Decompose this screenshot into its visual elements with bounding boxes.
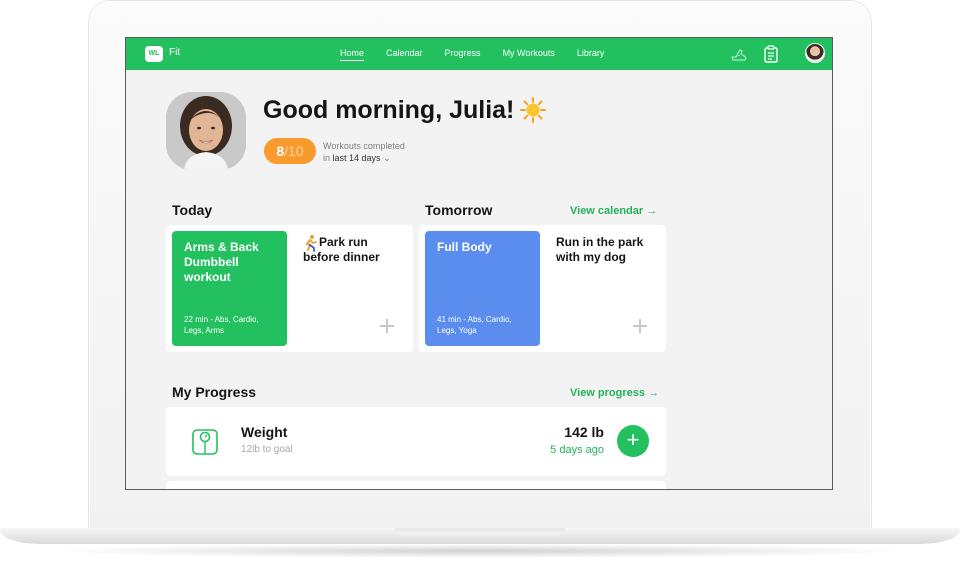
today-note: Park run before dinner [303,235,380,264]
workouts-total-count: /10 [284,143,304,159]
view-progress-label: View progress [570,387,645,399]
tomorrow-workout-meta: 41 min - Abs, Cardio, Legs, Yoga [437,315,512,335]
nav-link-progress[interactable]: Progress [445,48,481,61]
today-heading: Today [172,202,213,218]
weight-label: Weight [241,424,288,440]
view-progress-link[interactable]: View progress → [570,387,659,399]
avatar[interactable] [805,43,825,63]
nav-link-my-workouts[interactable]: My Workouts [503,48,555,61]
view-calendar-link[interactable]: View calendar → [570,205,657,217]
workouts-completed-label: Workouts completed [323,141,405,151]
nav-link-home[interactable]: Home [340,48,365,61]
tomorrow-note: Run in the park with my dog [556,235,644,264]
arrow-right-icon: → [646,205,658,217]
app-logo[interactable]: WL [145,46,163,62]
weight-card[interactable]: Weight 12lb to goal 142 lb 5 days ago + [166,407,666,476]
laptop-shadow [40,544,920,558]
tomorrow-workout-tile[interactable]: Full Body 41 min - Abs, Cardio, Legs, Yo… [425,231,540,346]
app-name: Fit [169,47,181,58]
add-note-today-button[interactable] [379,318,395,339]
today-workout-meta: 22 min - Abs, Cardio, Legs, Arms [184,315,259,335]
my-progress-heading: My Progress [172,384,257,400]
weight-goal: 12lb to goal [241,444,293,455]
workouts-count-badge: 8/10 [264,138,316,164]
tomorrow-workout-title: Full Body [437,240,492,254]
add-note-tomorrow-button[interactable] [632,318,648,339]
top-navbar: WL Fit Home Calendar Progress My Workout… [126,38,832,70]
sneaker-icon[interactable] [730,45,748,68]
weight-updated: 5 days ago [550,444,604,456]
period-value: last 14 days [332,153,381,163]
weight-value: 142 lb [564,424,604,440]
next-progress-card [166,481,666,489]
view-calendar-label: View calendar [570,205,644,217]
profile-photo [166,92,246,170]
tomorrow-heading: Tomorrow [425,202,493,218]
period-dropdown[interactable]: in last 14 days ⌄ [323,153,391,164]
tomorrow-card: Full Body 41 min - Abs, Cardio, Legs, Yo… [419,225,666,352]
clipboard-icon[interactable] [763,45,779,68]
workouts-completed-count: 8 [276,143,285,159]
nav-link-calendar[interactable]: Calendar [386,48,423,61]
today-workout-title: Arms & Back Dumbbell workout [184,240,259,284]
greeting-title: Good morning, Julia! [263,96,515,124]
chevron-down-icon: ⌄ [383,153,391,163]
sun-icon [520,97,546,128]
add-weight-button[interactable]: + [617,425,649,457]
today-workout-tile[interactable]: Arms & Back Dumbbell workout 22 min - Ab… [172,231,287,346]
laptop-notch [395,528,565,535]
nav-links: Home Calendar Progress My Workouts Libra… [340,48,626,61]
scale-icon [191,428,219,461]
arrow-right-icon: → [648,387,660,399]
period-prefix: in [323,153,333,163]
app-screen: WL Fit Home Calendar Progress My Workout… [125,37,833,490]
nav-link-library[interactable]: Library [577,48,605,61]
today-card: Arms & Back Dumbbell workout 22 min - Ab… [166,225,413,352]
